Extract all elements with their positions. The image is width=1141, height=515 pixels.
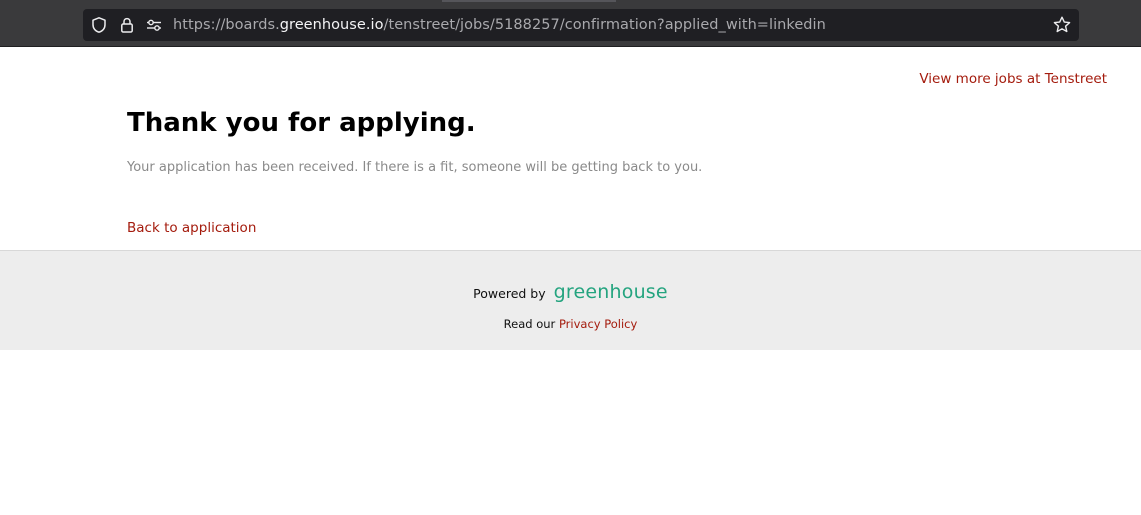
confirmation-message: Your application has been received. If t… — [127, 160, 703, 175]
greenhouse-logo[interactable]: greenhouse — [554, 282, 668, 302]
tab-strip-edge — [442, 0, 616, 2]
url-text[interactable]: https://boards.greenhouse.io/tenstreet/j… — [173, 16, 826, 34]
shield-icon[interactable] — [90, 16, 108, 34]
url-host: greenhouse.io — [279, 17, 384, 33]
url-prefix: https://boards. — [173, 17, 280, 33]
url-path: /tenstreet/jobs/5188257/confirmation?app… — [383, 17, 826, 33]
back-to-application-link[interactable]: Back to application — [127, 220, 256, 236]
read-our-label: Read our — [503, 317, 556, 331]
view-more-jobs-link[interactable]: View more jobs at Tenstreet — [919, 71, 1107, 87]
permissions-icon[interactable] — [145, 16, 163, 34]
powered-by: Powered by greenhouse — [0, 278, 1141, 308]
privacy-line: Read our Privacy Policy — [0, 317, 1141, 331]
powered-by-label: Powered by — [473, 285, 546, 301]
bookmark-star-icon[interactable] — [1052, 15, 1072, 35]
lock-icon[interactable] — [118, 16, 136, 34]
browser-toolbar: https://boards.greenhouse.io/tenstreet/j… — [0, 0, 1141, 47]
page-title: Thank you for applying. — [127, 108, 476, 138]
address-bar[interactable]: https://boards.greenhouse.io/tenstreet/j… — [83, 9, 1079, 41]
page-footer: Powered by greenhouse Read our Privacy P… — [0, 250, 1141, 350]
privacy-policy-link[interactable]: Privacy Policy — [559, 317, 637, 331]
